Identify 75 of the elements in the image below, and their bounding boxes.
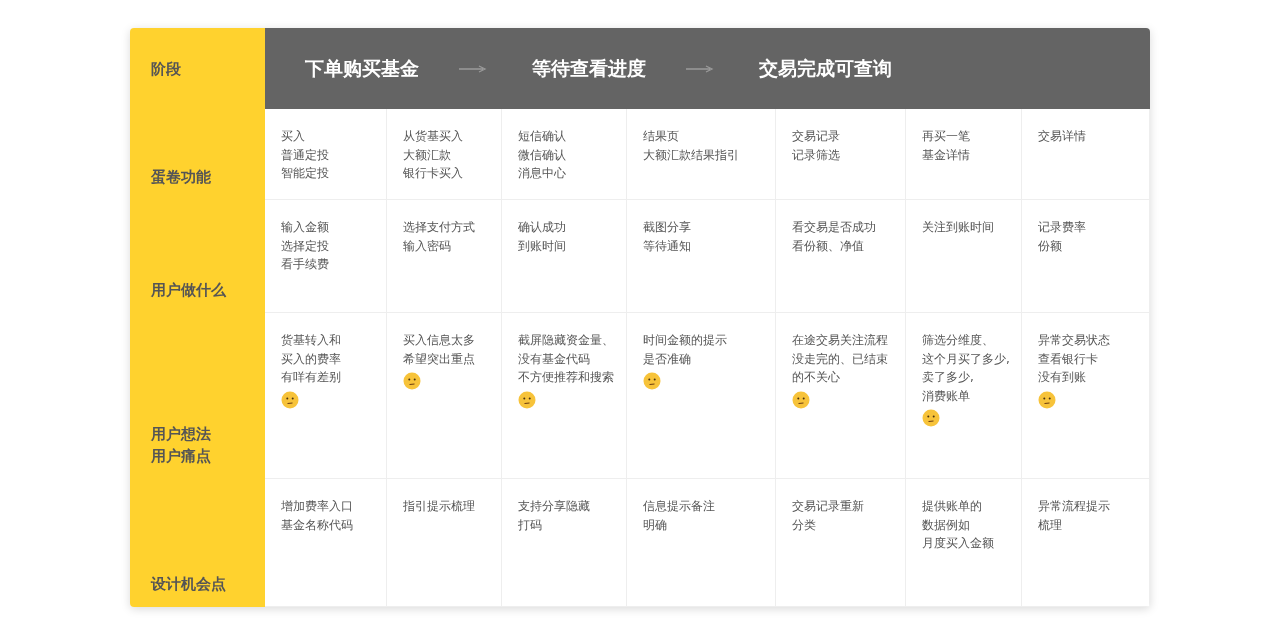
cell-text: 结果页 bbox=[643, 128, 679, 145]
cell-text: 信息提示备注 bbox=[643, 498, 715, 515]
cell-text: 交易记录重新 bbox=[792, 498, 864, 515]
cell-text: 到账时间 bbox=[518, 237, 566, 255]
cell-text: 短信确认 bbox=[518, 128, 566, 145]
phase-title: 下单购买基金 bbox=[305, 55, 419, 81]
cell-text: 希望突出重点 bbox=[403, 350, 475, 368]
cell-text: 月度买入金额 bbox=[922, 535, 994, 552]
cell-text: 的不关心 bbox=[792, 369, 840, 386]
row-label: 用户痛点 bbox=[151, 446, 211, 467]
arrow-icon bbox=[686, 64, 714, 73]
row-label: 蛋卷功能 bbox=[151, 167, 211, 188]
cell-text: 异常交易状态 bbox=[1038, 332, 1110, 349]
cell-text: 截图分享 bbox=[643, 219, 691, 236]
cell-text: 输入密码 bbox=[403, 237, 451, 255]
cell-text: 没有到账 bbox=[1038, 369, 1086, 386]
cell-text: 提供账单的 bbox=[922, 498, 982, 515]
cell-text: 看交易是否成功 bbox=[792, 219, 876, 236]
cell-text: 货基转入和 bbox=[281, 332, 341, 349]
cell-text: 卖了多少, bbox=[922, 369, 974, 386]
cell-text: 消费账单 bbox=[922, 387, 970, 405]
arrow-icon bbox=[459, 64, 487, 73]
cell-text: 查看银行卡 bbox=[1038, 350, 1098, 368]
phase-title: 等待查看进度 bbox=[532, 55, 646, 81]
cell-text: 明确 bbox=[643, 516, 667, 534]
cell-text: 交易详情 bbox=[1038, 128, 1086, 145]
cell-text: 微信确认 bbox=[518, 146, 566, 164]
cell-text: 从货基买入 bbox=[403, 128, 463, 145]
cell-text: 支持分享隐藏 bbox=[518, 498, 590, 515]
cell-text: 时间金额的提示 bbox=[643, 332, 727, 349]
cell-text: 有咩有差别 bbox=[281, 369, 341, 386]
cell-text: 异常流程提示 bbox=[1038, 498, 1110, 515]
cell-text: 选择定投 bbox=[281, 237, 329, 255]
cell-text: 基金名称代码 bbox=[281, 516, 353, 534]
cell-text: 筛选分维度、 bbox=[922, 332, 994, 349]
cell-text: 银行卡买入 bbox=[403, 165, 463, 182]
cell-text: 买入的费率 bbox=[281, 350, 341, 368]
cell-text: 记录筛选 bbox=[792, 146, 840, 164]
cell-text: 大额汇款 bbox=[403, 146, 451, 164]
cell-text: 指引提示梳理 bbox=[403, 498, 475, 515]
cell-text: 选择支付方式 bbox=[403, 219, 475, 236]
row-label: 阶段 bbox=[151, 58, 181, 80]
cell-text: 普通定投 bbox=[281, 146, 329, 164]
cell-text: 梳理 bbox=[1038, 516, 1062, 534]
cell-text: 关注到账时间 bbox=[922, 219, 994, 236]
cell-text: 交易记录 bbox=[792, 128, 840, 145]
cell-text: 截屏隐藏资金量、 bbox=[518, 332, 614, 349]
cell-text: 份额 bbox=[1038, 237, 1062, 255]
row-label: 用户做什么 bbox=[151, 280, 226, 301]
cell-text: 再买一笔 bbox=[922, 128, 970, 145]
row-label: 用户想法 bbox=[151, 424, 211, 445]
cell-text: 看份额、净值 bbox=[792, 237, 864, 255]
cell-text: 买入信息太多 bbox=[403, 332, 475, 349]
cell-text: 分类 bbox=[792, 516, 816, 534]
cell-text: 大额汇款结果指引 bbox=[643, 146, 739, 164]
cell-text: 智能定投 bbox=[281, 165, 329, 182]
cell-text: 基金详情 bbox=[922, 146, 970, 164]
cell-text: 等待通知 bbox=[643, 237, 691, 255]
cell-text: 没有基金代码 bbox=[518, 350, 590, 368]
phase-title: 交易完成可查询 bbox=[759, 55, 892, 81]
cell-text: 确认成功 bbox=[518, 219, 566, 236]
cell-text: 不方便推荐和搜索 bbox=[518, 369, 614, 386]
cell-text: 在途交易关注流程 bbox=[792, 332, 888, 349]
cell-text: 输入金额 bbox=[281, 219, 329, 236]
cell-text: 记录费率 bbox=[1038, 219, 1086, 236]
cell-text: 没走完的、已结束 bbox=[792, 350, 888, 368]
cell-text: 增加费率入口 bbox=[281, 498, 353, 515]
cell-text: 打码 bbox=[518, 516, 542, 534]
cell-text: 这个月买了多少, bbox=[922, 350, 1010, 368]
cell-text: 数据例如 bbox=[922, 516, 970, 534]
cell-text: 看手续费 bbox=[281, 256, 329, 273]
cell-text: 是否准确 bbox=[643, 350, 691, 368]
cell-text: 买入 bbox=[281, 128, 305, 145]
cell-text: 消息中心 bbox=[518, 165, 566, 182]
row-label: 设计机会点 bbox=[151, 574, 226, 595]
